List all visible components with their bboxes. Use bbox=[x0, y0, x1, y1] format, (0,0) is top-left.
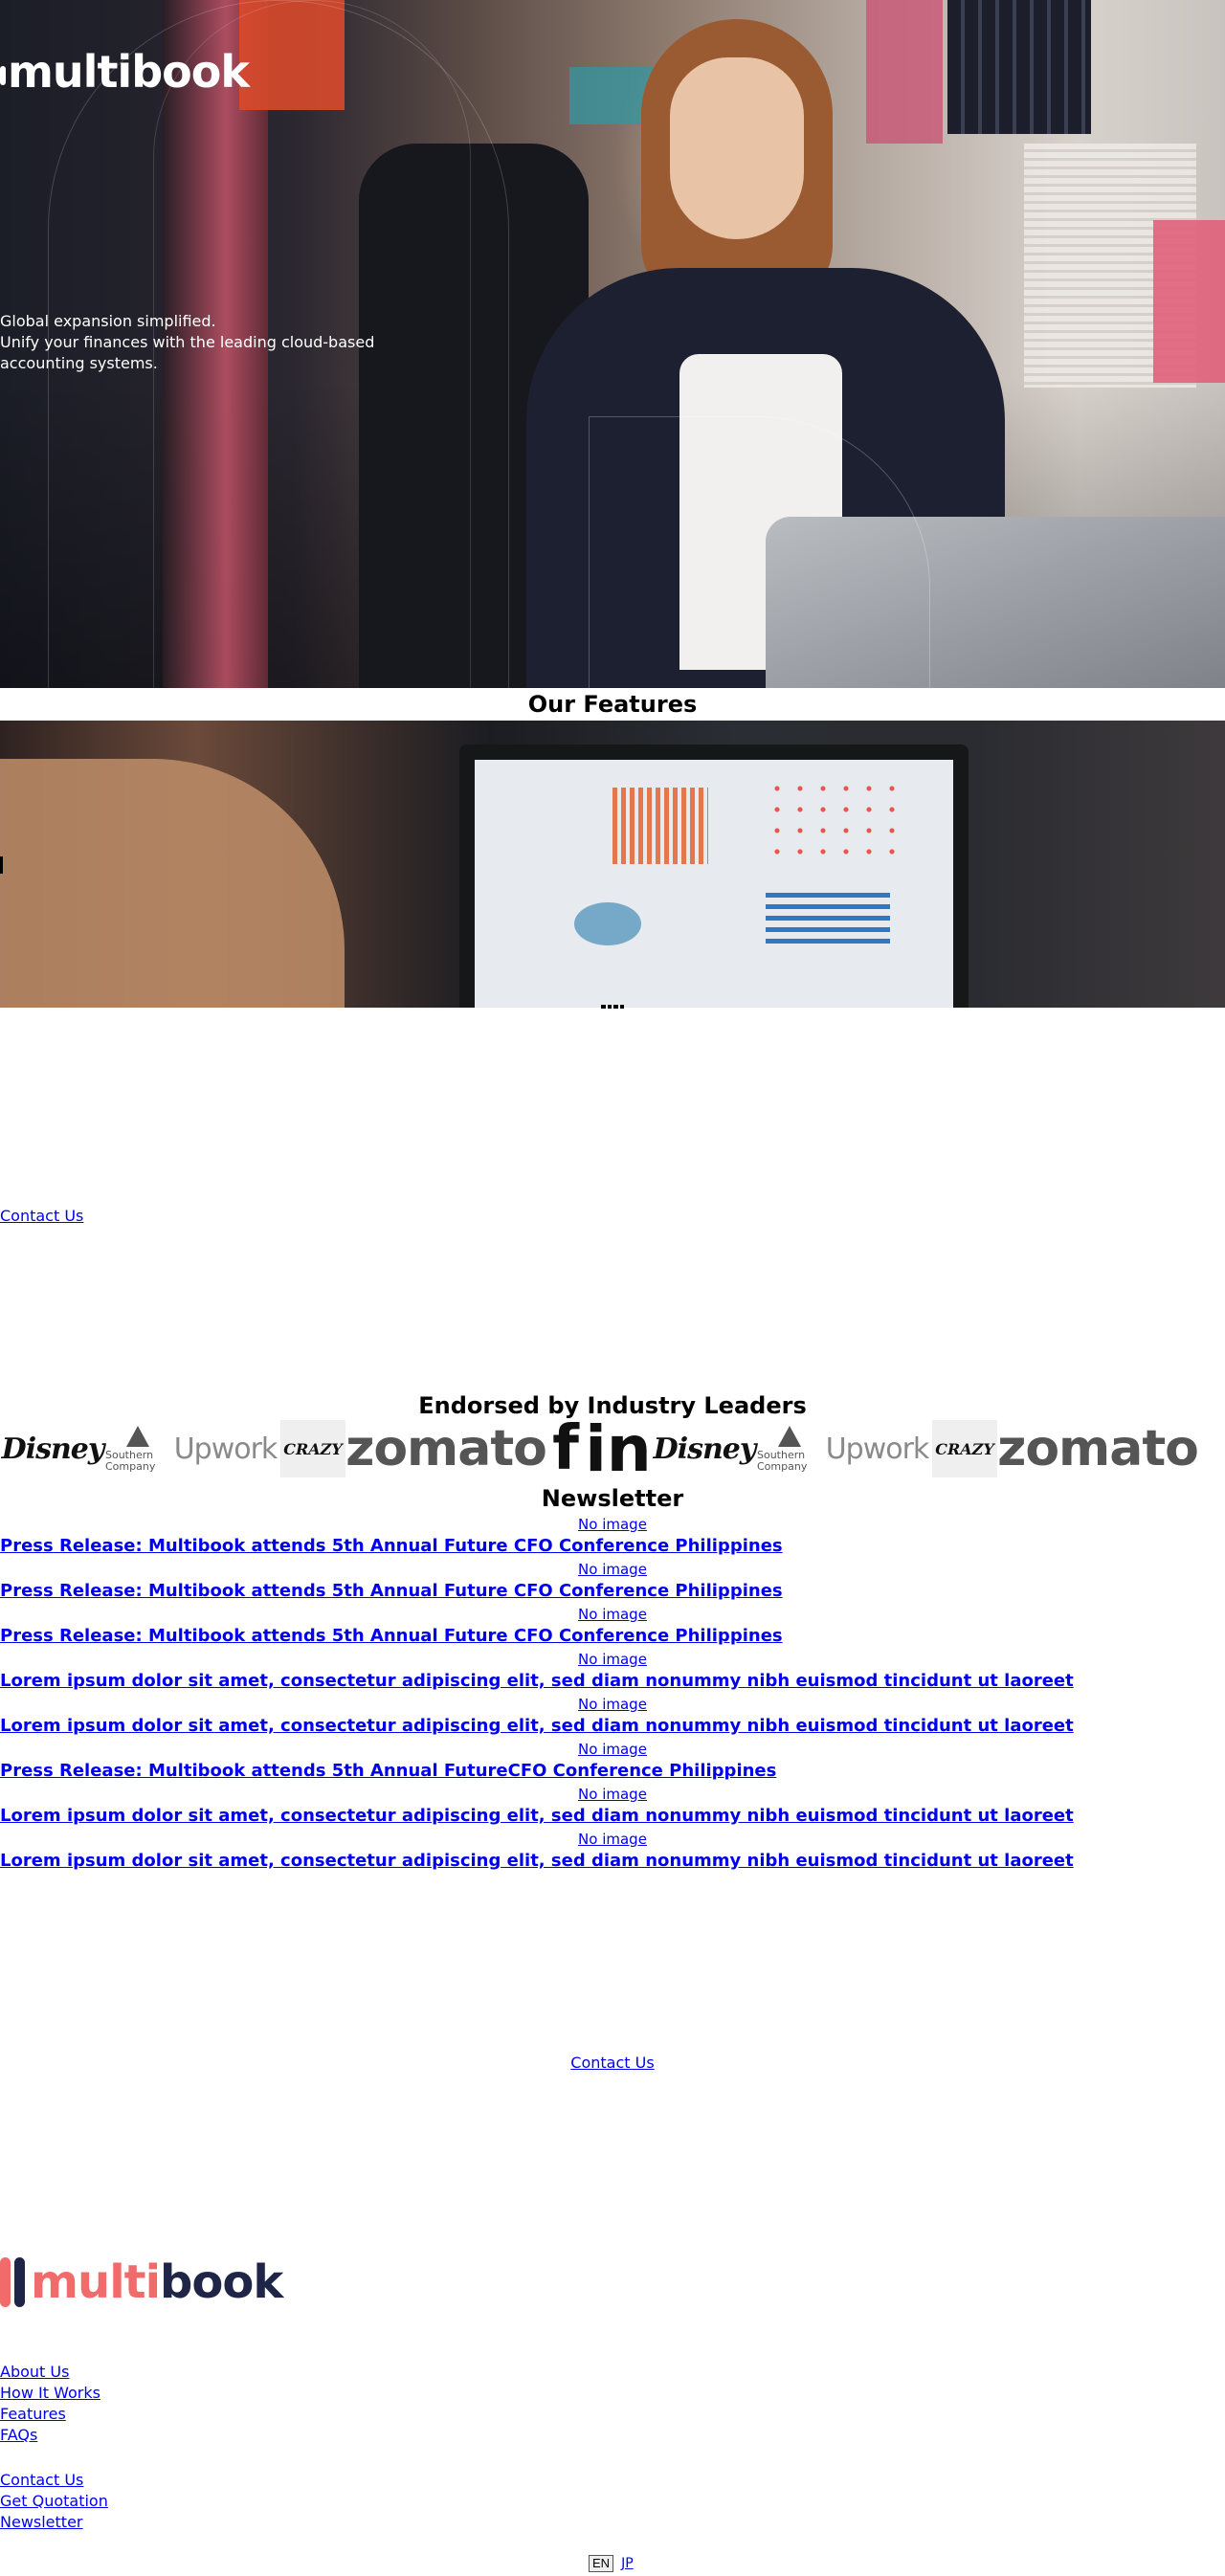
zomato-logo: zomato bbox=[345, 1420, 547, 1477]
hero-logo[interactable]: multibook bbox=[0, 46, 250, 98]
features-photo-person bbox=[0, 759, 345, 1008]
footer-logo[interactable]: multibook bbox=[0, 2255, 283, 2309]
contact-us-link[interactable]: Contact Us bbox=[570, 2054, 654, 2072]
crazy-logo: CRAZY bbox=[280, 1420, 345, 1477]
southern-company-logo: Southern Company bbox=[105, 1416, 170, 1481]
endorsed-heading: Endorsed by Industry Leaders bbox=[418, 1392, 807, 1419]
disney-logo: Disney bbox=[653, 1432, 757, 1466]
footer-link-faqs[interactable]: FAQs bbox=[0, 2425, 100, 2446]
newsletter-image-link[interactable]: No image bbox=[0, 1605, 1225, 1624]
footer-link-get-quotation[interactable]: Get Quotation bbox=[0, 2491, 108, 2512]
footer-link-newsletter[interactable]: Newsletter bbox=[0, 2512, 108, 2533]
hero-section: multibook Global expansion simplified. U… bbox=[0, 0, 1225, 688]
hero-photo-person bbox=[670, 57, 804, 239]
logo-bar bbox=[14, 2257, 25, 2307]
southern-company-text: Southern Company bbox=[105, 1448, 156, 1473]
contact-cta: Contact Us bbox=[0, 2054, 1225, 2072]
upwork-logo: Upwork bbox=[825, 1432, 930, 1466]
newsletter-heading: Newsletter bbox=[541, 1485, 684, 1512]
newsletter-list: No image Press Release: Multibook attend… bbox=[0, 1515, 1225, 1875]
southern-company-text: Southern Company bbox=[757, 1448, 808, 1473]
newsletter-item: No image Press Release: Multibook attend… bbox=[0, 1560, 1225, 1605]
facebook-icon: f bbox=[552, 1416, 579, 1481]
footer-nav-primary: About Us How It Works Features FAQs bbox=[0, 2362, 100, 2446]
logo-bar bbox=[0, 2257, 11, 2307]
newsletter-title-link[interactable]: Lorem ipsum dolor sit amet, consectetur … bbox=[0, 1714, 1225, 1738]
southern-company-icon bbox=[126, 1425, 149, 1447]
newsletter-item: No image Press Release: Multibook attend… bbox=[0, 1605, 1225, 1650]
hero-tagline-line-1: Global expansion simplified. bbox=[0, 312, 216, 330]
features-carousel-image bbox=[0, 721, 1225, 1008]
newsletter-title-link[interactable]: Lorem ipsum dolor sit amet, consectetur … bbox=[0, 1804, 1225, 1828]
multibook-logo-icon bbox=[0, 2257, 25, 2307]
newsletter-image-link[interactable]: No image bbox=[0, 1695, 1225, 1714]
carousel-dot[interactable] bbox=[613, 1005, 618, 1009]
disney-logo: Disney bbox=[1, 1432, 105, 1466]
southern-company-logo: Southern Company bbox=[757, 1416, 822, 1481]
newsletter-item: No image Lorem ipsum dolor sit amet, con… bbox=[0, 1650, 1225, 1695]
footer-link-about-us[interactable]: About Us bbox=[0, 2362, 100, 2383]
carousel-pagination[interactable] bbox=[601, 1005, 624, 1010]
newsletter-item: No image Lorem ipsum dolor sit amet, con… bbox=[0, 1695, 1225, 1740]
hero-photo-box bbox=[1153, 220, 1225, 383]
logo-mark-icon bbox=[0, 65, 6, 85]
features-photo-chart bbox=[612, 788, 708, 864]
hero-logo-text: multibook bbox=[8, 46, 250, 98]
newsletter-image-link[interactable]: No image bbox=[0, 1650, 1225, 1669]
footer-logo-text-1: multi bbox=[31, 2255, 161, 2309]
southern-company-icon bbox=[778, 1425, 801, 1447]
newsletter-image-link[interactable]: No image bbox=[0, 1560, 1225, 1579]
hero-photo-shelf bbox=[947, 0, 1091, 134]
newsletter-title-link[interactable]: Lorem ipsum dolor sit amet, consectetur … bbox=[0, 1849, 1225, 1873]
newsletter-item: No image Press Release: Multibook attend… bbox=[0, 1740, 1225, 1785]
footer-link-how-it-works[interactable]: How It Works bbox=[0, 2383, 100, 2404]
linkedin-icon: in bbox=[585, 1416, 652, 1481]
hero-tagline: Global expansion simplified. Unify your … bbox=[0, 311, 450, 374]
newsletter-image-link[interactable]: No image bbox=[0, 1830, 1225, 1849]
newsletter-image-link[interactable]: No image bbox=[0, 1740, 1225, 1759]
features-photo-chart bbox=[766, 778, 909, 864]
zomato-logo: zomato bbox=[997, 1420, 1199, 1477]
footer-nav-secondary: Contact Us Get Quotation Newsletter bbox=[0, 2470, 108, 2533]
features-photo-chart bbox=[574, 902, 641, 945]
newsletter-image-link[interactable]: No image bbox=[0, 1785, 1225, 1804]
newsletter-title-link[interactable]: Press Release: Multibook attends 5th Ann… bbox=[0, 1624, 1225, 1648]
carousel-dot[interactable] bbox=[601, 1005, 606, 1009]
upwork-logo: Upwork bbox=[173, 1432, 278, 1466]
language-jp-link[interactable]: JP bbox=[621, 2556, 634, 2571]
carousel-dot[interactable] bbox=[619, 1005, 624, 1009]
newsletter-title-link[interactable]: Press Release: Multibook attends 5th Ann… bbox=[0, 1759, 1225, 1783]
newsletter-image-link[interactable]: No image bbox=[0, 1515, 1225, 1534]
footer-link-contact-us[interactable]: Contact Us bbox=[0, 2470, 108, 2491]
hero-photo-shelf bbox=[866, 0, 943, 144]
carousel-dot[interactable] bbox=[607, 1005, 612, 1009]
footer-logo-wordmark: multibook bbox=[31, 2255, 283, 2309]
features-photo-chart bbox=[766, 893, 890, 950]
footer-link-features[interactable]: Features bbox=[0, 2404, 100, 2425]
crazy-logo: CRAZY bbox=[932, 1420, 997, 1477]
features-heading: Our Features bbox=[527, 691, 698, 718]
footer-logo-text-2: book bbox=[160, 2255, 283, 2309]
newsletter-item: No image Press Release: Multibook attend… bbox=[0, 1515, 1225, 1560]
newsletter-title-link[interactable]: Press Release: Multibook attends 5th Ann… bbox=[0, 1534, 1225, 1558]
carousel-prev-handle[interactable] bbox=[0, 856, 3, 874]
language-switcher: EN JP bbox=[589, 2555, 634, 2572]
newsletter-item: No image Lorem ipsum dolor sit amet, con… bbox=[0, 1830, 1225, 1875]
language-en-button[interactable]: EN bbox=[589, 2555, 614, 2572]
contact-us-link[interactable]: Contact Us bbox=[0, 1207, 83, 1225]
partner-logo-strip: Disney Southern Company Upwork CRAZY zom… bbox=[0, 1416, 1225, 1481]
newsletter-item: No image Lorem ipsum dolor sit amet, con… bbox=[0, 1785, 1225, 1830]
newsletter-title-link[interactable]: Lorem ipsum dolor sit amet, consectetur … bbox=[0, 1669, 1225, 1693]
hero-tagline-line-2: Unify your finances with the leading clo… bbox=[0, 333, 375, 372]
newsletter-title-link[interactable]: Press Release: Multibook attends 5th Ann… bbox=[0, 1579, 1225, 1603]
